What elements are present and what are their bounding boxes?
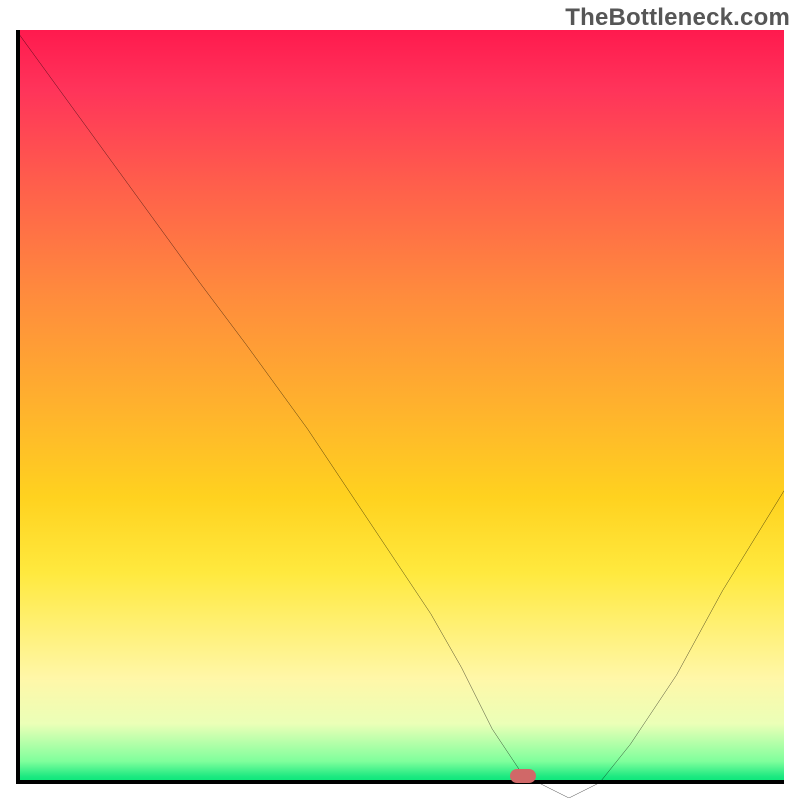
chart-frame: TheBottleneck.com — [0, 0, 800, 800]
bottleneck-curve — [16, 30, 784, 798]
curve-layer — [16, 30, 784, 798]
watermark-text: TheBottleneck.com — [565, 4, 790, 32]
optimal-marker — [510, 769, 536, 783]
plot-area — [16, 30, 784, 784]
